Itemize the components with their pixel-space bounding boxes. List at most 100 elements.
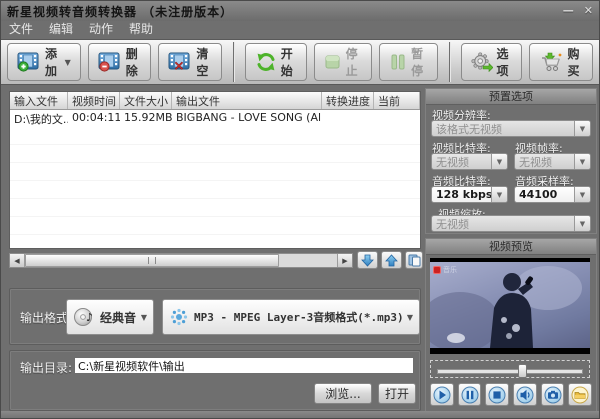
seek-thumb[interactable]: [518, 364, 527, 378]
menu-edit[interactable]: 编辑: [49, 22, 73, 37]
preset-options-panel: 预置选项 视频分辨率: 该格式无视频 ▼ 视频比特率: 视频帧率: 无视频 ▼ …: [425, 88, 597, 234]
seek-track[interactable]: [437, 369, 583, 374]
pause-convert-icon: [389, 53, 407, 71]
options-button[interactable]: 选项: [461, 43, 523, 81]
video-preview-frame[interactable]: 音乐: [430, 258, 590, 354]
seek-bar[interactable]: [430, 360, 590, 378]
menu-file[interactable]: 文件: [9, 22, 33, 37]
play-icon: [433, 386, 451, 404]
delete-button[interactable]: 删除: [88, 43, 152, 81]
output-format-group: 输出格式: ♪ 经典音频 ▼ M: [9, 288, 421, 345]
arrow-up-icon: [385, 254, 398, 267]
minimize-button[interactable]: —: [563, 4, 574, 18]
add-button-label: 添加: [45, 45, 59, 79]
open-button[interactable]: 打开: [378, 383, 416, 404]
format-select[interactable]: MP3 - MPEG Layer-3音频格式(*.mp3) ▼: [162, 299, 420, 335]
stop-button[interactable]: 停止: [314, 43, 373, 81]
format-category-value: 经典音频: [100, 309, 136, 326]
framerate-select[interactable]: 无视频 ▼: [514, 153, 591, 170]
buy-button[interactable]: 购买: [529, 43, 593, 81]
scale-value: 无视频: [432, 216, 574, 232]
cell-progress: [322, 110, 374, 127]
move-up-button[interactable]: [381, 251, 402, 269]
pause-icon: [461, 386, 479, 404]
format-value: MP3 - MPEG Layer-3音频格式(*.mp3): [194, 309, 402, 325]
menu-help[interactable]: 帮助: [129, 22, 153, 37]
video-bitrate-value: 无视频: [432, 154, 491, 170]
clear-button[interactable]: ✕ 清空: [158, 43, 222, 81]
window-bottom-strip: [1, 411, 599, 418]
col-duration[interactable]: 视频时间: [68, 92, 120, 109]
chevron-down-icon: ▼: [491, 154, 507, 169]
chevron-down-icon: ▼: [574, 154, 590, 169]
scrollbar-thumb[interactable]: [25, 254, 279, 267]
open-folder-button[interactable]: [568, 383, 592, 406]
app-window: 新星视频转音频转换器 （未注册版本） — ✕ 文件 编辑 动作 帮助: [0, 0, 600, 419]
chevron-down-icon: ▼: [141, 313, 147, 322]
add-dropdown-icon[interactable]: ▼: [65, 58, 71, 67]
add-button[interactable]: 添加 ▼: [7, 43, 81, 81]
output-format-label: 输出格式:: [20, 309, 72, 326]
resolution-select[interactable]: 该格式无视频 ▼: [431, 120, 591, 137]
video-watermark: 音乐: [433, 265, 457, 275]
stop-convert-icon: [324, 53, 342, 71]
snapshot-button[interactable]: [541, 383, 565, 406]
cell-duration: 00:04:11: [68, 110, 120, 127]
options-button-label: 选项: [497, 45, 513, 79]
audio-bitrate-value: 128 kbps: [432, 188, 491, 201]
menu-action[interactable]: 动作: [89, 22, 113, 37]
resolution-value: 该格式无视频: [432, 121, 574, 137]
mute-button[interactable]: [513, 383, 537, 406]
chevron-down-icon: ▼: [574, 187, 590, 202]
scale-select[interactable]: 无视频 ▼: [431, 215, 591, 232]
clear-button-label: 清空: [196, 45, 212, 79]
browse-button-label: 浏览...: [325, 385, 360, 402]
play-button[interactable]: [430, 383, 454, 406]
col-file-size[interactable]: 文件大小: [120, 92, 172, 109]
close-button[interactable]: ✕: [584, 4, 593, 18]
table-header: 输入文件 视频时间 文件大小 输出文件 转换进度 当前: [10, 92, 420, 110]
video-bitrate-select[interactable]: 无视频 ▼: [431, 153, 508, 170]
table-row[interactable]: D:\我的文... 00:04:11 15.92MB BIGBANG - LOV…: [10, 110, 420, 127]
chevron-down-icon: ▼: [574, 216, 590, 231]
pause-playback-button[interactable]: [458, 383, 482, 406]
browse-button[interactable]: 浏览...: [314, 383, 372, 404]
empty-row: [10, 127, 420, 145]
stop-icon: [488, 386, 506, 404]
watermark-logo-icon: [433, 266, 441, 274]
stop-playback-button[interactable]: [485, 383, 509, 406]
move-down-button[interactable]: [357, 251, 378, 269]
scroll-left-arrow-icon[interactable]: ◀: [10, 254, 25, 267]
menu-bar: 文件 编辑 动作 帮助: [1, 21, 599, 38]
pause-button[interactable]: 暂停: [379, 43, 438, 81]
col-current[interactable]: 当前: [374, 92, 420, 109]
format-category-select[interactable]: ♪ 经典音频 ▼: [66, 299, 154, 335]
empty-row: [10, 235, 420, 249]
cell-current: [374, 110, 420, 127]
buy-button-label: 购买: [567, 45, 583, 79]
output-dir-input[interactable]: [74, 357, 414, 374]
toolbar-separator: [449, 42, 450, 82]
output-dir-label: 输出目录:: [20, 359, 72, 376]
col-input-file[interactable]: 输入文件: [10, 92, 68, 109]
window-title: 新星视频转音频转换器 （未注册版本）: [7, 3, 233, 20]
toolbar-separator: [233, 42, 234, 82]
copy-item-button[interactable]: [405, 251, 423, 269]
start-button[interactable]: 开始: [245, 43, 307, 81]
empty-row: [10, 199, 420, 217]
cart-icon: [539, 52, 563, 72]
chevron-down-icon: ▼: [407, 313, 413, 322]
samplerate-value: 44100: [515, 188, 574, 201]
framerate-value: 无视频: [515, 154, 574, 170]
audio-bitrate-select[interactable]: 128 kbps ▼: [431, 186, 508, 203]
camera-icon: [544, 386, 562, 404]
table-horizontal-scrollbar[interactable]: ◀ ▶: [9, 253, 353, 268]
samplerate-select[interactable]: 44100 ▼: [514, 186, 591, 203]
file-list-table[interactable]: 输入文件 视频时间 文件大小 输出文件 转换进度 当前 D:\我的文... 00…: [9, 91, 421, 249]
col-output-file[interactable]: 输出文件: [172, 92, 322, 109]
cd-music-icon: ♪: [73, 306, 95, 328]
video-preview-panel: 视频预览 音乐: [425, 238, 597, 412]
scroll-right-arrow-icon[interactable]: ▶: [337, 254, 352, 267]
scrollbar-grip: [148, 257, 156, 264]
col-progress[interactable]: 转换进度: [322, 92, 374, 109]
